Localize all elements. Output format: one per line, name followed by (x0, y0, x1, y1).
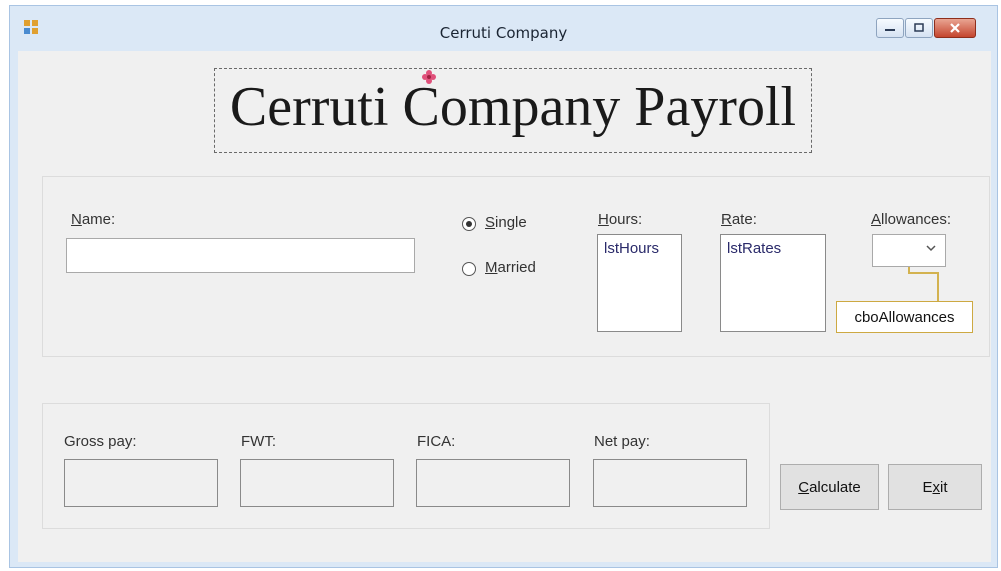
gross-pay-label: Gross pay: (64, 433, 137, 450)
output-group: Gross pay: FWT: FICA: Net pay: (42, 403, 770, 529)
callout-connector-down (937, 272, 939, 302)
app-window: Cerruti Company Cerruti Company Payroll (9, 5, 998, 568)
calculate-button[interactable]: Calculate (780, 464, 879, 510)
fwt-label: FWT: (241, 433, 276, 450)
hours-listbox[interactable]: lstHours (597, 234, 682, 332)
allowances-label: Allowances: (871, 211, 952, 228)
heading-picture-box: Cerruti Company Payroll (214, 68, 812, 153)
fwt-output (240, 459, 394, 507)
net-pay-output (593, 459, 747, 507)
gross-pay-output (64, 459, 218, 507)
allowances-combobox[interactable] (872, 234, 946, 267)
exit-button[interactable]: Ex it (888, 464, 982, 510)
rates-list-item[interactable]: lstRates (727, 240, 781, 257)
title-bar[interactable]: Cerruti Company (10, 6, 997, 50)
close-button[interactable] (934, 18, 976, 38)
maximize-icon (914, 23, 924, 32)
maximize-button[interactable] (905, 18, 933, 38)
window-title: Cerruti Company (439, 24, 568, 42)
single-label[interactable]: Single (485, 214, 527, 231)
flower-icon (422, 70, 436, 84)
married-radio-button[interactable] (462, 262, 476, 276)
name-label: Name: (71, 211, 116, 228)
hours-list-item[interactable]: lstHours (604, 240, 659, 257)
client-area: Cerruti Company Payroll Name: Single Mar… (18, 51, 991, 562)
input-group: Name: Single Married Hours: lstHours Rat… (42, 176, 990, 357)
rates-listbox[interactable]: lstRates (720, 234, 826, 332)
close-icon (950, 23, 960, 33)
payroll-heading: Cerruti Company Payroll (229, 76, 797, 138)
fica-output (416, 459, 570, 507)
callout-connector-horizontal (908, 272, 939, 274)
single-radio-button[interactable] (462, 217, 476, 231)
married-label[interactable]: Married (485, 259, 536, 276)
net-pay-label: Net pay: (594, 433, 650, 450)
name-textbox[interactable] (66, 238, 415, 273)
hours-label: Hours: (598, 211, 643, 228)
minimize-icon (885, 29, 895, 31)
fica-label: FICA: (417, 433, 456, 450)
chevron-down-icon (926, 245, 936, 252)
single-radio-dot (466, 221, 472, 227)
allowances-callout: cboAllowances (836, 301, 973, 333)
minimize-button[interactable] (876, 18, 904, 38)
rate-label: Rate: (721, 211, 757, 228)
